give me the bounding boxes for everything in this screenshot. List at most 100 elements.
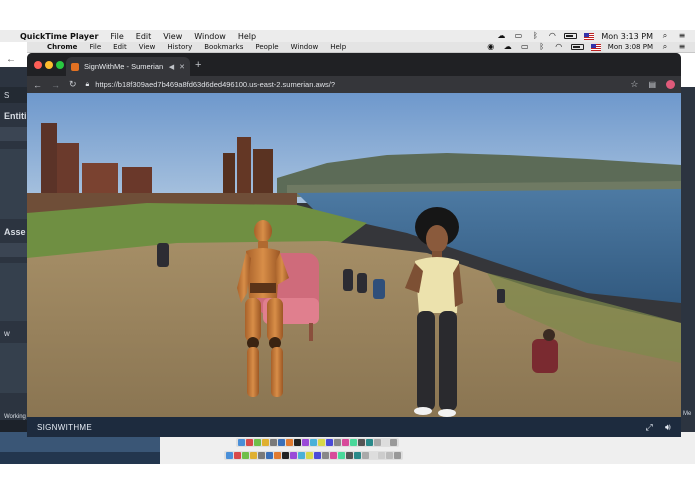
menu-help[interactable]: Help bbox=[232, 32, 262, 41]
list-icon[interactable]: ≡ bbox=[677, 43, 687, 51]
dock-app-icon[interactable] bbox=[270, 439, 277, 446]
dock-app-icon[interactable] bbox=[354, 452, 361, 459]
dock-app-icon[interactable] bbox=[358, 439, 365, 446]
star-icon[interactable]: ☆ bbox=[630, 79, 638, 90]
dock-app-icon[interactable] bbox=[282, 452, 289, 459]
window-minimize-button[interactable] bbox=[45, 61, 53, 69]
background-entity-list bbox=[0, 149, 27, 219]
background-right-panel: Me bbox=[681, 53, 695, 463]
dock-app-icon[interactable] bbox=[322, 452, 329, 459]
dock-app-icon[interactable] bbox=[378, 452, 385, 459]
menu-view[interactable]: View bbox=[157, 32, 188, 41]
fullscreen-icon[interactable]: ⤢ bbox=[646, 422, 654, 433]
wifi-icon[interactable]: ◠ bbox=[547, 32, 557, 40]
scene-canvas bbox=[27, 93, 681, 417]
reload-icon[interactable]: ↻ bbox=[69, 79, 77, 90]
volume-icon[interactable]: 🔊︎ bbox=[665, 422, 671, 433]
battery-icon[interactable] bbox=[564, 33, 578, 39]
dock-app-icon[interactable] bbox=[330, 452, 337, 459]
menu-history[interactable]: History bbox=[161, 43, 198, 51]
menu-help[interactable]: Help bbox=[324, 43, 352, 51]
dock-app-icon[interactable] bbox=[318, 439, 325, 446]
menu-people[interactable]: People bbox=[249, 43, 284, 51]
dock-app-icon[interactable] bbox=[274, 452, 281, 459]
dock-app-icon[interactable] bbox=[250, 452, 257, 459]
dock-app-icon[interactable] bbox=[290, 452, 297, 459]
menu-app-name[interactable]: Chrome bbox=[41, 43, 83, 51]
dock-app-icon[interactable] bbox=[294, 439, 301, 446]
dock-app-icon[interactable] bbox=[370, 452, 377, 459]
wifi-icon[interactable]: ◠ bbox=[554, 43, 564, 51]
dock-app-icon[interactable] bbox=[334, 439, 341, 446]
dock-app-icon[interactable] bbox=[286, 439, 293, 446]
menu-edit[interactable]: Edit bbox=[130, 32, 158, 41]
bluetooth-icon[interactable]: ᛒ bbox=[530, 32, 540, 40]
menu-file[interactable]: File bbox=[83, 43, 107, 51]
scene-viewport[interactable] bbox=[27, 93, 681, 417]
dock-app-icon[interactable] bbox=[278, 439, 285, 446]
background-editor-panel: ← S Entiti Asse w Working bbox=[0, 53, 27, 463]
new-tab-button[interactable]: + bbox=[195, 59, 201, 71]
menu-window[interactable]: Window bbox=[285, 43, 325, 51]
airplay-icon[interactable]: ▭ bbox=[520, 43, 530, 51]
dock-app-icon[interactable] bbox=[302, 439, 309, 446]
airplay-icon[interactable]: ▭ bbox=[513, 32, 523, 40]
window-zoom-button[interactable] bbox=[56, 61, 64, 69]
cloud-icon[interactable]: ☁ bbox=[503, 43, 513, 51]
menu-file[interactable]: File bbox=[104, 32, 129, 41]
menu-view[interactable]: View bbox=[133, 43, 162, 51]
dock-app-icon[interactable] bbox=[298, 452, 305, 459]
dock-app-icon[interactable] bbox=[266, 452, 273, 459]
dock-app-icon[interactable] bbox=[314, 452, 321, 459]
tab-signwithme[interactable]: SignWithMe - Sumerian ◀ ✕ bbox=[66, 57, 190, 76]
dock-app-icon[interactable] bbox=[262, 439, 269, 446]
dock-app-icon[interactable] bbox=[342, 439, 349, 446]
cloud-icon[interactable]: ☁ bbox=[496, 32, 506, 40]
dock-app-icon[interactable] bbox=[350, 439, 357, 446]
menu-clock[interactable]: Mon 3:08 PM bbox=[608, 43, 653, 51]
battery-icon[interactable] bbox=[570, 44, 584, 50]
background-header: S bbox=[0, 87, 27, 103]
record-icon[interactable]: ◉ bbox=[486, 43, 496, 51]
dock-app-icon[interactable] bbox=[310, 439, 317, 446]
trash-icon[interactable] bbox=[394, 452, 401, 459]
menu-app-name[interactable]: QuickTime Player bbox=[14, 32, 104, 41]
search-icon[interactable]: ⌕ bbox=[660, 43, 670, 51]
extension-icon[interactable]: ▤ bbox=[648, 80, 656, 89]
dock-app-icon[interactable] bbox=[374, 439, 381, 446]
dock-app-icon[interactable] bbox=[346, 452, 353, 459]
tab-close-icon[interactable]: ✕ bbox=[179, 63, 185, 71]
menu-window[interactable]: Window bbox=[188, 32, 232, 41]
dock-app-icon[interactable] bbox=[386, 452, 393, 459]
dock-app-icon[interactable] bbox=[246, 439, 253, 446]
bluetooth-icon[interactable]: ᛒ bbox=[537, 43, 547, 51]
tab-audio-icon[interactable]: ◀ bbox=[169, 63, 174, 71]
dock-app-icon[interactable] bbox=[254, 439, 261, 446]
list-icon[interactable]: ≡ bbox=[677, 32, 687, 40]
search-icon[interactable]: ⌕ bbox=[660, 32, 670, 40]
forward-arrow-icon[interactable]: → bbox=[51, 80, 60, 90]
menu-bookmarks[interactable]: Bookmarks bbox=[198, 43, 249, 51]
address-bar[interactable]: 🔒︎ https://b18f309aed7b469a8fd63d6ded496… bbox=[85, 78, 622, 91]
menu-clock[interactable]: Mon 3:13 PM bbox=[601, 32, 653, 41]
flag-us-icon[interactable] bbox=[590, 43, 601, 51]
menu-edit[interactable]: Edit bbox=[107, 43, 133, 51]
dock-app-icon[interactable] bbox=[234, 452, 241, 459]
trash-icon[interactable] bbox=[390, 439, 397, 446]
profile-icon[interactable] bbox=[666, 80, 675, 89]
dock-app-icon[interactable] bbox=[326, 439, 333, 446]
screen: { "outer_menubar": { "apple": "", "app_n… bbox=[0, 0, 695, 494]
dock-app-icon[interactable] bbox=[382, 439, 389, 446]
dock-app-icon[interactable] bbox=[306, 452, 313, 459]
window-close-button[interactable] bbox=[34, 61, 42, 69]
back-arrow-icon[interactable]: ← bbox=[33, 80, 42, 90]
background-right-toolbar bbox=[681, 53, 695, 87]
dock-app-icon[interactable] bbox=[258, 452, 265, 459]
dock-app-icon[interactable] bbox=[366, 439, 373, 446]
dock-app-icon[interactable] bbox=[338, 452, 345, 459]
dock-app-icon[interactable] bbox=[242, 452, 249, 459]
dock-app-icon[interactable] bbox=[362, 452, 369, 459]
dock-app-icon[interactable] bbox=[226, 452, 233, 459]
dock-app-icon[interactable] bbox=[238, 439, 245, 446]
flag-us-icon[interactable] bbox=[584, 32, 595, 40]
